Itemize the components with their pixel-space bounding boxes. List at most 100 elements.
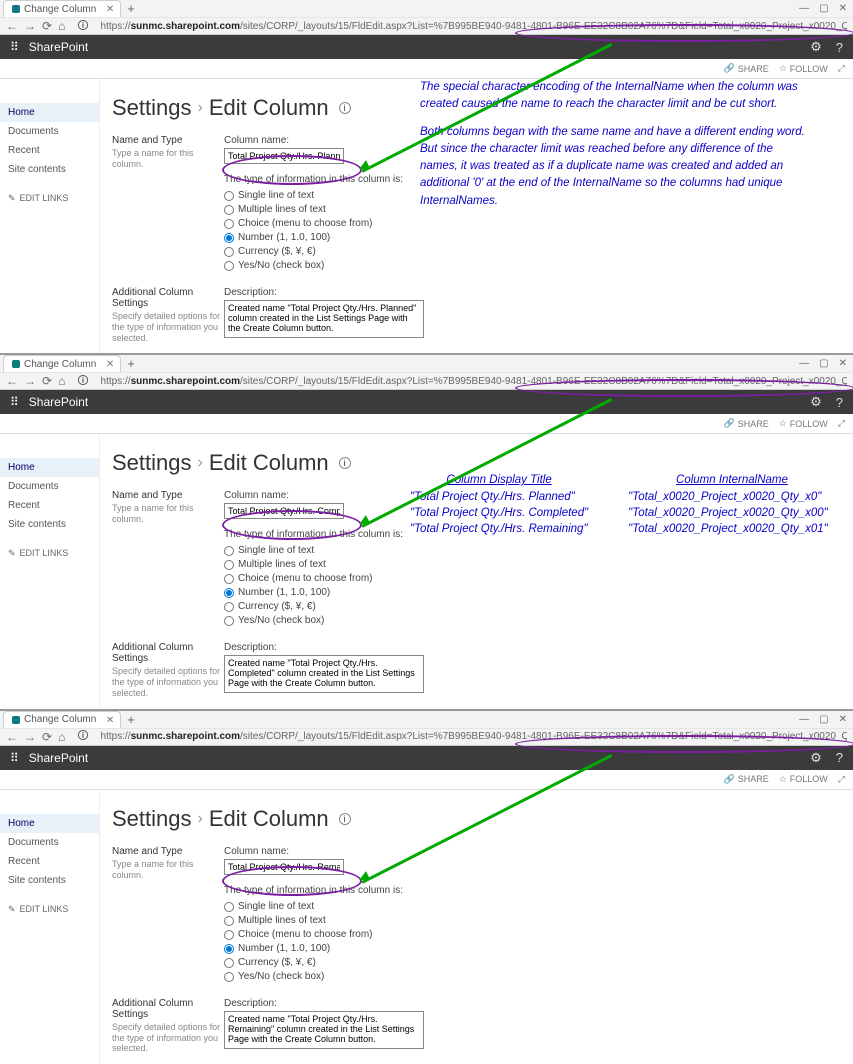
nav-site-contents[interactable]: Site contents [0,515,99,534]
nav-home[interactable]: Home [0,103,99,122]
minimize-button[interactable]: — [799,714,809,725]
nav-documents[interactable]: Documents [0,477,99,496]
back-button[interactable]: ← [6,19,18,33]
type-multi-line[interactable]: Multiple lines of text [224,558,853,572]
nav-home[interactable]: Home [0,458,99,477]
type-single-line[interactable]: Single line of text [224,900,853,914]
nav-edit-links[interactable]: ✎EDIT LINKS [0,544,99,563]
type-yesno[interactable]: Yes/No (check box) [224,970,853,984]
home-button[interactable]: ⌂ [58,374,65,388]
type-yesno[interactable]: Yes/No (check box) [224,259,853,273]
nav-recent[interactable]: Recent [0,141,99,160]
settings-gear-icon[interactable]: ⚙ [810,394,822,410]
browser-tab[interactable]: Change Column ✕ [3,355,121,372]
site-info-icon[interactable]: 🛈 [77,727,88,746]
help-icon[interactable]: ? [836,40,843,55]
maximize-button[interactable]: ▢ [819,358,828,369]
close-window-button[interactable]: ✕ [839,3,847,14]
follow-button[interactable]: ☆FOLLOW [779,774,828,785]
column-name-input[interactable] [224,859,344,875]
maximize-button[interactable]: ▢ [819,3,828,14]
info-icon[interactable]: i [339,457,351,469]
app-launcher-icon[interactable]: ⠿ [10,751,19,765]
new-tab-button[interactable]: + [127,712,135,727]
close-window-button[interactable]: ✕ [839,358,847,369]
nav-documents[interactable]: Documents [0,122,99,141]
type-currency[interactable]: Currency ($, ¥, €) [224,956,853,970]
suite-brand[interactable]: SharePoint [29,40,88,54]
nav-edit-links[interactable]: ✎EDIT LINKS [0,900,99,919]
app-launcher-icon[interactable]: ⠿ [10,40,19,54]
site-info-icon[interactable]: 🛈 [77,17,88,36]
close-tab-icon[interactable]: ✕ [106,713,114,728]
settings-gear-icon[interactable]: ⚙ [810,39,822,55]
suite-brand[interactable]: SharePoint [29,751,88,765]
crumb-settings[interactable]: Settings [112,95,192,121]
nav-recent[interactable]: Recent [0,496,99,515]
minimize-button[interactable]: — [799,3,809,14]
type-choice[interactable]: Choice (menu to choose from) [224,572,853,586]
type-yesno[interactable]: Yes/No (check box) [224,614,853,628]
description-textarea[interactable]: Created name "Total Project Qty./Hrs. Re… [224,1011,424,1049]
minimize-button[interactable]: — [799,358,809,369]
focus-toggle-icon[interactable]: ⤢ [838,774,845,785]
url-field[interactable]: https://sunmc.sharepoint.com/sites/CORP/… [101,21,847,32]
back-button[interactable]: ← [6,730,18,744]
close-tab-icon[interactable]: ✕ [106,357,114,372]
site-info-icon[interactable]: 🛈 [77,372,88,391]
type-number[interactable]: Number (1, 1.0, 100) [224,586,853,600]
new-tab-button[interactable]: + [127,356,135,371]
close-tab-icon[interactable]: ✕ [106,2,114,17]
focus-toggle-icon[interactable]: ⤢ [838,418,845,429]
forward-button[interactable]: → [24,19,36,33]
new-tab-button[interactable]: + [127,1,135,16]
nav-edit-links[interactable]: ✎EDIT LINKS [0,189,99,208]
share-button[interactable]: 🔗SHARE [723,774,768,785]
focus-toggle-icon[interactable]: ⤢ [838,63,845,74]
type-choice[interactable]: Choice (menu to choose from) [224,928,853,942]
nav-documents[interactable]: Documents [0,833,99,852]
nav-recent[interactable]: Recent [0,852,99,871]
description-textarea[interactable]: Created name "Total Project Qty./Hrs. Co… [224,655,424,693]
type-number[interactable]: Number (1, 1.0, 100) [224,231,853,245]
type-choice[interactable]: Choice (menu to choose from) [224,217,853,231]
url-field[interactable]: https://sunmc.sharepoint.com/sites/CORP/… [101,731,847,742]
type-single-line[interactable]: Single line of text [224,544,853,558]
app-launcher-icon[interactable]: ⠿ [10,395,19,409]
close-window-button[interactable]: ✕ [839,714,847,725]
forward-button[interactable]: → [24,730,36,744]
forward-button[interactable]: → [24,374,36,388]
home-button[interactable]: ⌂ [58,730,65,744]
type-number[interactable]: Number (1, 1.0, 100) [224,942,853,956]
follow-button[interactable]: ☆FOLLOW [779,418,828,429]
type-currency[interactable]: Currency ($, ¥, €) [224,245,853,259]
info-icon[interactable]: i [339,102,351,114]
url-field[interactable]: https://sunmc.sharepoint.com/sites/CORP/… [101,376,847,387]
help-icon[interactable]: ? [836,395,843,410]
description-textarea[interactable]: Created name "Total Project Qty./Hrs. Pl… [224,300,424,338]
settings-gear-icon[interactable]: ⚙ [810,750,822,766]
share-button[interactable]: 🔗SHARE [723,63,768,74]
column-name-input[interactable] [224,148,344,164]
reload-button[interactable]: ⟳ [42,374,52,388]
reload-button[interactable]: ⟳ [42,730,52,744]
nav-home[interactable]: Home [0,814,99,833]
share-button[interactable]: 🔗SHARE [723,418,768,429]
reload-button[interactable]: ⟳ [42,19,52,33]
maximize-button[interactable]: ▢ [819,714,828,725]
browser-tab[interactable]: Change Column✕ [3,711,121,728]
help-icon[interactable]: ? [836,750,843,765]
crumb-settings[interactable]: Settings [112,806,192,832]
type-multi-line[interactable]: Multiple lines of text [224,914,853,928]
browser-tab[interactable]: Change Column ✕ [3,0,121,17]
info-icon[interactable]: i [339,813,351,825]
home-button[interactable]: ⌂ [58,19,65,33]
follow-button[interactable]: ☆FOLLOW [779,63,828,74]
crumb-settings[interactable]: Settings [112,450,192,476]
suite-brand[interactable]: SharePoint [29,395,88,409]
column-name-input[interactable] [224,503,344,519]
nav-site-contents[interactable]: Site contents [0,871,99,890]
nav-site-contents[interactable]: Site contents [0,160,99,179]
type-currency[interactable]: Currency ($, ¥, €) [224,600,853,614]
back-button[interactable]: ← [6,374,18,388]
